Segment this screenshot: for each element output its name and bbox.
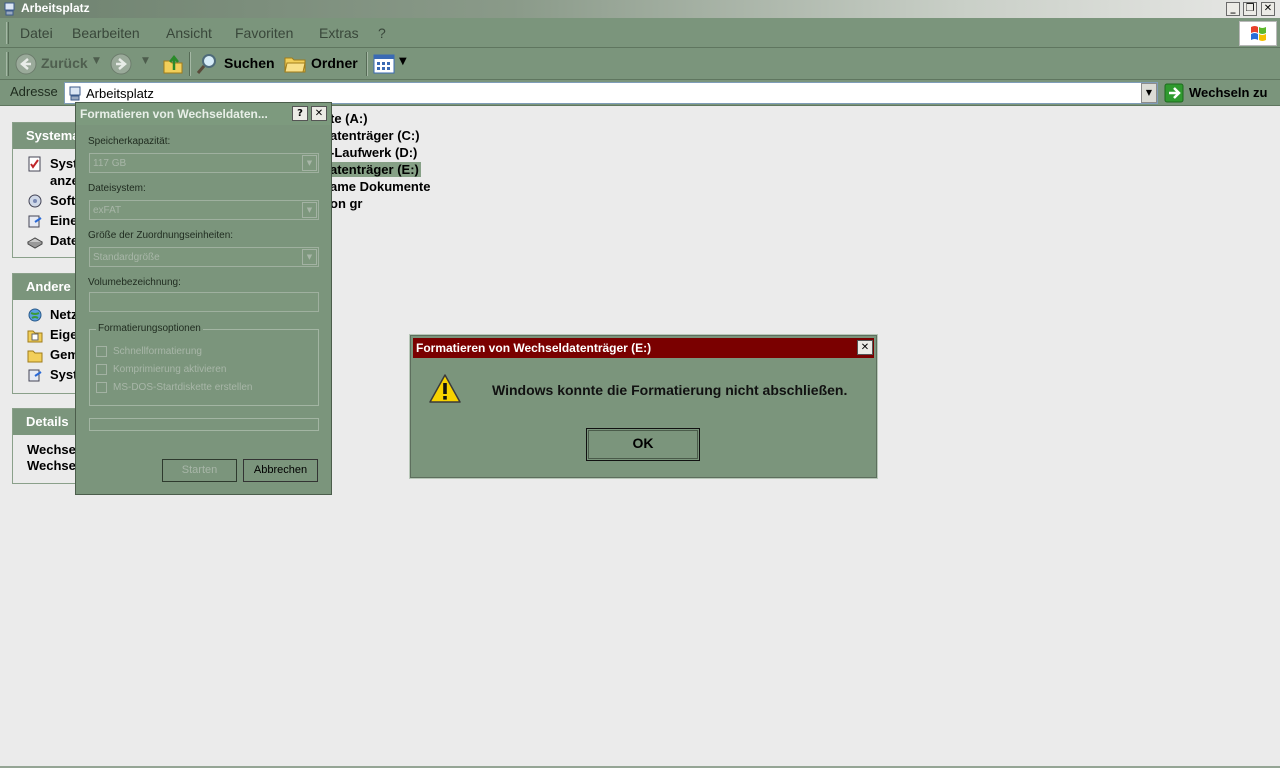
menu-bearbeiten[interactable]: Bearbeiten [72, 25, 140, 41]
address-label: Adresse [10, 84, 58, 99]
address-value: Arbeitsplatz [86, 86, 154, 101]
capacity-select[interactable]: 117 GB ▼ [89, 153, 319, 173]
format-dialog-title: Formatieren von Wechseldaten... [80, 107, 268, 121]
search-label: Suchen [224, 55, 275, 71]
filesystem-label: Dateisystem: [88, 183, 146, 194]
help-button[interactable]: ? [292, 106, 308, 121]
folder-up-icon[interactable] [162, 53, 184, 75]
format-options-group: Formatierungsoptionen Schnellformatierun… [89, 323, 319, 406]
go-label: Wechseln zu [1189, 85, 1268, 100]
shared-documents[interactable]: ame Dokumente [330, 179, 430, 194]
error-dialog: Formatieren von Wechseldatenträger (E:) … [409, 334, 878, 479]
toolbar-grip [6, 52, 9, 76]
format-options-label: Formatierungsoptionen [96, 323, 203, 334]
forward-dropdown-icon[interactable]: ▼ [142, 56, 149, 66]
views-button[interactable]: ▼ [372, 52, 410, 76]
computer-icon [4, 2, 15, 16]
close-button[interactable]: ✕ [1261, 2, 1275, 16]
back-arrow-icon [15, 53, 37, 75]
views-dropdown-icon: ▼ [399, 56, 407, 67]
windows-logo [1239, 21, 1277, 46]
menu-extras[interactable]: Extras [319, 25, 359, 41]
warning-icon [429, 374, 461, 403]
menu-datei[interactable]: Datei [20, 25, 53, 41]
window-title: Arbeitsplatz [21, 1, 90, 15]
views-icon [373, 54, 395, 74]
network-icon [28, 308, 42, 322]
go-button[interactable]: Wechseln zu [1164, 82, 1276, 104]
restore-button[interactable]: ❐ [1243, 2, 1257, 16]
folder-icon [284, 57, 306, 73]
details-name: Wechse [27, 442, 76, 457]
documents-folder-icon [27, 330, 43, 343]
menu-grip [6, 22, 9, 44]
volume-input[interactable] [89, 292, 319, 312]
cancel-button[interactable]: Abbrechen [243, 459, 318, 482]
volume-label: Volumebezeichnung: [88, 277, 181, 288]
computer-icon [69, 86, 81, 101]
forward-button[interactable]: ▼ [110, 51, 154, 77]
toolbar-separator [366, 52, 368, 76]
user-folder[interactable]: on gr [330, 196, 363, 211]
folders-label: Ordner [311, 55, 358, 71]
folder-icon [27, 350, 43, 363]
minimize-button[interactable]: _ [1226, 2, 1240, 16]
chevron-down-icon: ▼ [302, 155, 317, 171]
back-label: Zurück [41, 55, 88, 71]
allocation-select[interactable]: Standardgröße ▼ [89, 247, 319, 267]
menu-ansicht[interactable]: Ansicht [166, 25, 212, 41]
drive-icon [27, 237, 43, 249]
forward-arrow-icon [110, 53, 132, 75]
close-button[interactable]: ✕ [857, 340, 873, 355]
drive-floppy[interactable]: te (A:) [330, 111, 368, 126]
back-button[interactable]: Zurück ▼ [13, 51, 103, 77]
chevron-down-icon: ▼ [302, 202, 317, 218]
settings-icon [28, 215, 42, 228]
folders-button[interactable]: Ordner [283, 51, 361, 77]
drive-e[interactable]: atenträger (E:) [330, 162, 421, 177]
address-dropdown-button[interactable]: ▼ [1141, 83, 1157, 103]
capacity-label: Speicherkapazität: [88, 136, 171, 147]
toolbar: Zurück ▼ ▼ Suchen Ordner ▼ [0, 48, 1280, 80]
menu-bar: Datei Bearbeiten Ansicht Favoriten Extra… [0, 18, 1280, 48]
menu-favoriten[interactable]: Favoriten [235, 25, 293, 41]
software-icon [28, 194, 42, 208]
back-dropdown-icon[interactable]: ▼ [93, 56, 100, 66]
address-input[interactable]: Arbeitsplatz [64, 82, 1158, 104]
toolbar-separator [189, 52, 191, 76]
drive-c[interactable]: atenträger (C:) [330, 128, 420, 143]
system-info-icon [28, 156, 41, 172]
go-arrow-icon [1164, 83, 1184, 103]
error-message: Windows konnte die Formatierung nicht ab… [492, 382, 848, 398]
ok-button[interactable]: OK [586, 428, 700, 461]
drive-d[interactable]: -Laufwerk (D:) [330, 145, 417, 160]
close-button[interactable]: ✕ [311, 106, 327, 121]
control-panel-icon [28, 369, 42, 382]
search-button[interactable]: Suchen [195, 51, 275, 77]
filesystem-select[interactable]: exFAT ▼ [89, 200, 319, 220]
chevron-down-icon: ▼ [302, 249, 317, 265]
start-button[interactable]: Starten [162, 459, 237, 482]
search-icon [196, 54, 216, 74]
format-dialog: Formatieren von Wechseldaten... ? ✕ Spei… [75, 102, 332, 495]
format-dialog-titlebar: Formatieren von Wechseldaten... ? ✕ [76, 103, 331, 125]
error-dialog-titlebar: Formatieren von Wechseldatenträger (E:) … [413, 338, 874, 358]
error-dialog-title: Formatieren von Wechseldatenträger (E:) [416, 341, 652, 355]
format-progress-bar [89, 418, 319, 431]
window-titlebar: Arbeitsplatz _ ❐ ✕ [0, 0, 1280, 18]
menu-help[interactable]: ? [378, 25, 386, 41]
allocation-label: Größe der Zuordnungseinheiten: [88, 230, 234, 241]
details-type: Wechse [27, 458, 76, 473]
